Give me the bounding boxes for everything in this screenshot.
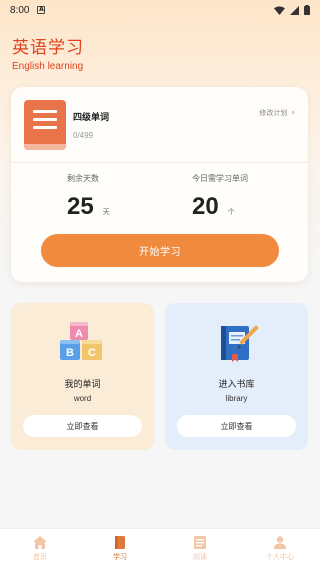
tab-profile[interactable]: 个人中心 <box>240 529 320 568</box>
signal-icon <box>290 5 299 15</box>
status-icons <box>274 5 310 15</box>
page-subtitle: English learning <box>12 61 84 72</box>
tab-home-label: 首页 <box>33 553 47 561</box>
study-plan-card: 四级单词 0/499 修改计划 › 剩余天数 25 天 今日需学习单词 20 个… <box>11 87 308 282</box>
vocabulary-book-icon <box>24 100 66 150</box>
tab-reading-label: 阅读 <box>193 553 207 561</box>
edit-plan-label: 修改计划 <box>259 109 288 117</box>
remaining-days-value: 25 <box>67 193 94 220</box>
remaining-days-label: 剩余天数 <box>67 174 99 183</box>
wifi-icon <box>274 5 285 15</box>
home-icon <box>33 536 47 549</box>
bottom-tab-bar: 首页 学习 阅读 个人中心 <box>0 528 320 568</box>
status-bar: 8:00 A <box>0 0 320 20</box>
view-my-words-button[interactable]: 立即查看 <box>23 415 142 437</box>
notebook-pen-icon <box>220 325 258 362</box>
daily-words-label: 今日需学习单词 <box>192 174 248 183</box>
library-title: 进入书库 <box>218 380 255 390</box>
battery-icon <box>304 5 310 15</box>
my-words-subtitle: word <box>73 394 92 403</box>
book-title: 四级单词 <box>73 113 110 123</box>
notification-icon: A <box>37 6 46 14</box>
tab-reading[interactable]: 阅读 <box>160 529 240 568</box>
chevron-right-icon: › <box>291 108 295 118</box>
divider <box>11 162 308 163</box>
remaining-days-unit: 天 <box>102 208 110 216</box>
tab-profile-label: 个人中心 <box>266 553 294 561</box>
daily-words-stat: 今日需学习单词 20 个 <box>192 173 312 221</box>
tab-home[interactable]: 首页 <box>0 529 80 568</box>
status-time: 8:00 <box>10 4 30 16</box>
svg-text:B: B <box>66 347 74 359</box>
start-learning-button[interactable]: 开始学习 <box>41 234 279 267</box>
daily-words-unit: 个 <box>227 208 235 216</box>
edit-plan-link[interactable]: 修改计划 › <box>259 108 295 118</box>
svg-text:A: A <box>75 328 83 340</box>
page-title: 英语学习 <box>12 38 84 58</box>
remaining-days-stat: 剩余天数 25 天 <box>67 173 187 221</box>
view-library-button[interactable]: 立即查看 <box>177 415 296 437</box>
tab-study-label: 学习 <box>113 553 127 561</box>
library-card[interactable]: 进入书库 library 立即查看 <box>165 303 308 450</box>
person-icon <box>274 536 286 549</box>
daily-words-value: 20 <box>192 193 219 220</box>
book-icon <box>115 536 125 549</box>
book-progress: 0/499 <box>73 131 94 140</box>
tab-study[interactable]: 学习 <box>80 529 160 568</box>
svg-text:C: C <box>88 347 96 359</box>
library-subtitle: library <box>225 394 248 403</box>
reading-icon <box>194 536 206 549</box>
my-words-card[interactable]: A B C 我的单词 word 立即查看 <box>11 303 154 450</box>
my-words-title: 我的单词 <box>64 380 101 390</box>
abc-blocks-icon: A B C <box>59 322 102 360</box>
